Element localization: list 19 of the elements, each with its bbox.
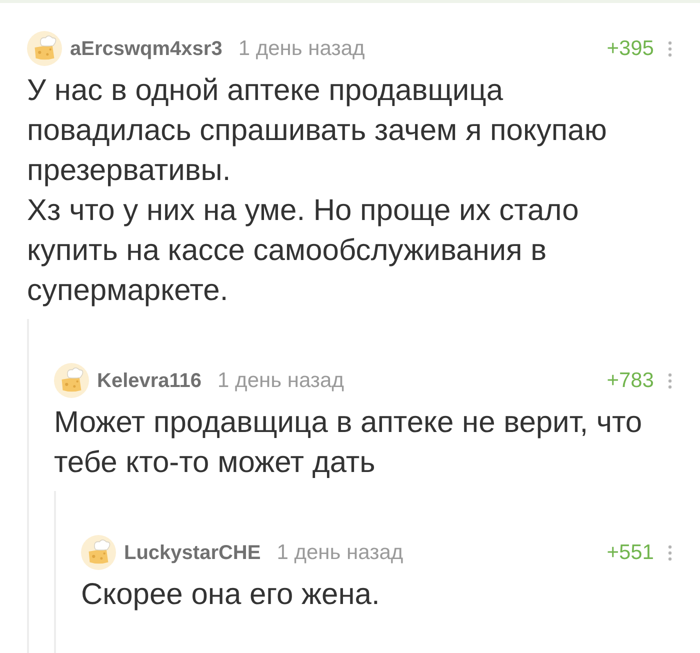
- avatar-icon: [54, 363, 89, 398]
- comment-text: Хз что у них на уме. Но проще их стало купить на кассе самообслуживания в супермаркете.: [27, 193, 580, 309]
- timestamp: 1 день назад: [218, 368, 344, 394]
- comment-text: Скорее она его жена.: [81, 577, 381, 613]
- rating-score: +783: [606, 368, 654, 394]
- username[interactable]: LuckystarCHE: [124, 538, 261, 568]
- more-icon[interactable]: [668, 40, 672, 56]
- more-icon[interactable]: [668, 372, 672, 388]
- username[interactable]: aErcswqm4xsr3: [70, 34, 222, 64]
- timestamp: 1 день назад: [238, 36, 365, 62]
- rating-score: +395: [606, 36, 654, 62]
- username[interactable]: Kelevra116: [97, 366, 202, 396]
- comment-text: Может продавщица в аптеке не верит, что тебе кто-то может дать: [54, 405, 644, 481]
- avatar-icon: [81, 535, 116, 570]
- more-icon[interactable]: [668, 544, 672, 560]
- rating-score: +551: [606, 540, 654, 566]
- comment-text: У нас в одной аптеке продавщица повадилась спрашивать зачем я покупаю презервативы.: [27, 73, 608, 189]
- timestamp: 1 день назад: [276, 540, 404, 566]
- avatar-icon: [27, 31, 62, 66]
